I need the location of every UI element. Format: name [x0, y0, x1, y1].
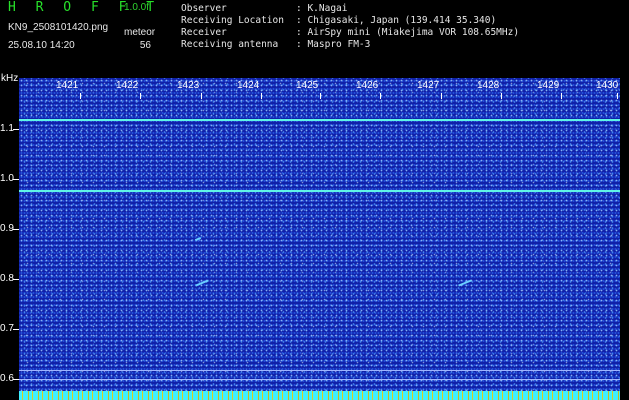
receiver-value: : AirSpy mini (Miakejima VOR 108.65MHz)	[296, 27, 520, 38]
observer-value: : K.Nagai	[296, 3, 348, 14]
y-axis-unit: kHz	[1, 73, 19, 84]
location-label: Receiving Location	[181, 15, 284, 26]
y-tick-mark	[13, 329, 19, 330]
x-tick-label: 1424	[237, 80, 260, 91]
x-tick-label: 1425	[296, 80, 319, 91]
baseline-line-2	[19, 379, 620, 380]
meteor-count-label: meteor	[124, 27, 156, 38]
datetime-label: 25.08.10 14:20	[8, 40, 75, 51]
antenna-value: : Maspro FM-3	[296, 39, 371, 50]
x-tick-label: 1428	[477, 80, 500, 91]
y-tick-label: 0.6	[0, 373, 14, 384]
y-tick-mark	[13, 279, 19, 280]
x-tick-mark	[261, 93, 262, 99]
x-tick-mark	[501, 93, 502, 99]
x-tick-mark	[201, 93, 202, 99]
y-tick-label: 0.9	[0, 223, 14, 234]
observer-label: Observer	[181, 3, 227, 14]
y-tick-mark	[13, 129, 19, 130]
x-tick-label: 1422	[116, 80, 139, 91]
spectrogram-plot	[19, 78, 620, 400]
y-tick-mark	[13, 229, 19, 230]
x-tick-label: 1426	[356, 80, 379, 91]
meteor-echo	[195, 279, 209, 287]
x-tick-label: 1430	[596, 80, 619, 91]
x-tick-label: 1429	[537, 80, 560, 91]
carrier-line-upper	[19, 119, 620, 121]
carrier-line-lower	[19, 190, 620, 192]
baseline-line-1	[19, 370, 620, 371]
antenna-label: Receiving antenna	[181, 39, 279, 50]
y-tick-mark	[13, 379, 19, 380]
meteor-echo	[194, 236, 202, 242]
y-tick-label: 0.8	[0, 273, 14, 284]
y-tick-label: 1.1	[0, 123, 14, 134]
x-tick-mark	[320, 93, 321, 99]
meteor-echo	[458, 279, 472, 287]
x-tick-mark	[380, 93, 381, 99]
x-tick-mark	[80, 93, 81, 99]
location-value: : Chigasaki, Japan (139.414 35.340)	[296, 15, 497, 26]
y-tick-label: 0.7	[0, 323, 14, 334]
right-margin-strip	[620, 78, 629, 400]
meteor-count-value: 56	[139, 40, 151, 51]
receiver-label: Receiver	[181, 27, 227, 38]
bottom-noise-band	[19, 391, 620, 400]
y-tick-mark	[13, 179, 19, 180]
x-tick-mark	[561, 93, 562, 99]
filename-label: KN9_2508101420.png	[8, 22, 109, 33]
version-label: 1.0.0f	[124, 2, 150, 13]
x-tick-label: 1421	[56, 80, 79, 91]
x-tick-mark	[441, 93, 442, 99]
x-tick-mark	[617, 93, 618, 99]
x-tick-label: 1423	[177, 80, 200, 91]
y-tick-label: 1.0	[0, 173, 14, 184]
x-tick-label: 1427	[417, 80, 440, 91]
header-panel: H R O F F T 1.0.0f KN9_2508101420.png me…	[0, 0, 629, 74]
x-tick-mark	[140, 93, 141, 99]
